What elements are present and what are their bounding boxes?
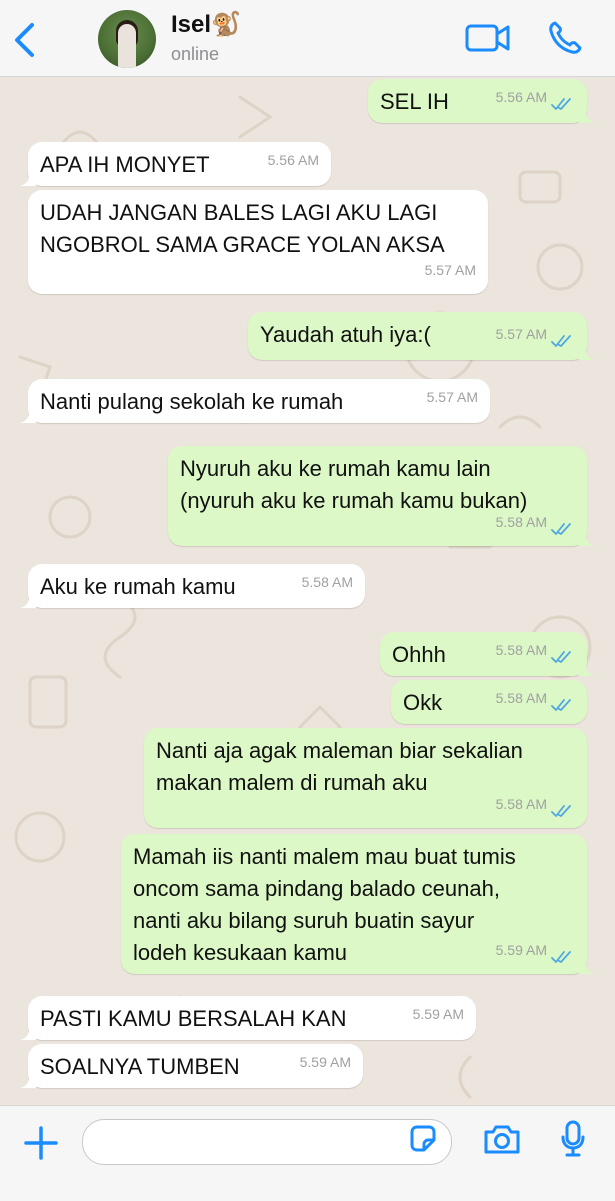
camera-icon [484, 1125, 520, 1154]
incoming-message[interactable]: PASTI KAMU BERSALAH KAN 5.59 AM [20, 996, 476, 1040]
message-input[interactable] [99, 1128, 403, 1158]
message-text: Okk [403, 687, 442, 719]
voice-call-button[interactable] [547, 20, 583, 61]
message-text-line: Nyuruh aku ke rumah kamu lain [180, 456, 491, 481]
read-receipt-icon [551, 335, 571, 347]
camera-button[interactable] [483, 1123, 521, 1160]
message-text-line: PASTI KAMU BERSALAH KAN [40, 1006, 347, 1031]
message-text: Nanti aja agak maleman biar sekalian maka… [156, 735, 523, 799]
bubble-tail [579, 660, 595, 676]
message-time: 5.58 AM [495, 514, 547, 530]
plus-icon [24, 1126, 58, 1160]
bubble-tail [579, 530, 595, 546]
outgoing-message[interactable]: Mamah iis nanti malem mau buat tumis onco… [121, 834, 595, 974]
incoming-message[interactable]: Aku ke rumah kamu 5.58 AM [20, 564, 365, 608]
bubble-tail [579, 107, 595, 123]
message-time: 5.57 AM [424, 262, 476, 278]
message-text: APA IH MONYET [40, 149, 210, 181]
message-text: Aku ke rumah kamu [40, 571, 236, 603]
message-text: UDAH JANGAN BALES LAGI AKU LAGI NGOBROL S… [40, 197, 445, 261]
video-camera-icon [465, 24, 510, 52]
composer-bar [0, 1105, 615, 1201]
chevron-left-icon [15, 23, 34, 57]
message-text: SEL IH [380, 86, 449, 118]
bubble-tail [20, 170, 36, 186]
incoming-message[interactable]: Nanti pulang sekolah ke rumah 5.57 AM [20, 379, 490, 423]
contact-name-text: Isel [171, 11, 212, 38]
message-text-line: Nanti pulang sekolah ke rumah [40, 389, 344, 414]
message-time: 5.58 AM [495, 690, 547, 706]
message-time: 5.57 AM [495, 326, 547, 342]
bubble-tail [20, 407, 36, 423]
message-time: 5.59 AM [299, 1054, 351, 1070]
bubble-tail [20, 1072, 36, 1088]
video-call-button[interactable] [465, 22, 511, 59]
contact-emoji: 🐒 [211, 11, 241, 38]
message-text-line: Mamah iis nanti malem mau buat tumis [133, 844, 516, 869]
message-text-line: Nanti aja agak maleman biar sekalian [156, 738, 523, 763]
phone-icon [549, 21, 582, 54]
outgoing-message[interactable]: Okk 5.58 AM [391, 680, 587, 724]
bubble-tail [20, 1024, 36, 1040]
bubble-tail [579, 344, 595, 360]
sticker-button[interactable] [408, 1124, 438, 1159]
message-text: Nyuruh aku ke rumah kamu lain (nyuruh aku… [180, 453, 527, 517]
message-text: Ohhh [392, 639, 446, 671]
outgoing-message[interactable]: Ohhh 5.58 AM [380, 632, 595, 676]
message-time: 5.58 AM [301, 574, 353, 590]
message-time: 5.56 AM [267, 152, 319, 168]
sticker-icon [410, 1125, 436, 1152]
message-text: Yaudah atuh iya:( [260, 319, 431, 351]
message-text-line: Okk [403, 690, 443, 715]
message-text-line: makan malem di rumah aku [156, 770, 428, 795]
attach-button[interactable] [24, 1126, 58, 1165]
read-receipt-icon [551, 98, 571, 110]
message-text-line: Yaudah atuh iya:( [260, 322, 431, 347]
outgoing-message[interactable]: Nyuruh aku ke rumah kamu lain (nyuruh aku… [168, 446, 595, 546]
message-text-line: nanti aku bilang suruh buatin sayur [133, 908, 475, 933]
microphone-button[interactable] [560, 1120, 586, 1163]
message-time: 5.59 AM [412, 1006, 464, 1022]
message-text-line: SEL IH [380, 89, 449, 114]
message-text-line: (nyuruh aku ke rumah kamu bukan) [180, 488, 528, 513]
message-text-line: UDAH JANGAN BALES LAGI AKU LAGI [40, 200, 438, 225]
outgoing-message[interactable]: Nanti aja agak maleman biar sekalian maka… [144, 728, 587, 828]
message-text-line: Aku ke rumah kamu [40, 574, 236, 599]
message-text-line: Ohhh [392, 642, 446, 667]
avatar[interactable] [98, 10, 156, 68]
read-receipt-icon [551, 951, 571, 963]
message-text-line: oncom sama pindang balado ceunah, [133, 876, 500, 901]
message-time: 5.57 AM [426, 389, 478, 405]
outgoing-message[interactable]: SEL IH 5.56 AM [368, 79, 595, 123]
contact-status: online [171, 44, 220, 64]
read-receipt-icon [551, 651, 571, 663]
message-text: Mamah iis nanti malem mau buat tumis onco… [133, 841, 516, 969]
message-text-line: lodeh kesukaan kamu [133, 940, 348, 965]
message-time: 5.56 AM [495, 89, 547, 105]
message-text-line: SOALNYA TUMBEN [40, 1054, 240, 1079]
message-text-line: NGOBROL SAMA GRACE YOLAN AKSA [40, 232, 445, 257]
message-text-line: APA IH MONYET [40, 152, 210, 177]
outgoing-message[interactable]: Yaudah atuh iya:( 5.57 AM [248, 312, 595, 360]
message-text: PASTI KAMU BERSALAH KAN [40, 1003, 346, 1035]
chat-header: Isel🐒 online [0, 0, 615, 77]
read-receipt-icon [551, 699, 571, 711]
bubble-tail [579, 958, 595, 974]
message-text: Nanti pulang sekolah ke rumah [40, 386, 343, 418]
message-time: 5.58 AM [495, 642, 547, 658]
read-receipt-icon [551, 523, 571, 535]
contact-name[interactable]: Isel🐒 [171, 10, 241, 39]
incoming-message[interactable]: UDAH JANGAN BALES LAGI AKU LAGI NGOBROL S… [28, 190, 488, 294]
message-time: 5.58 AM [495, 796, 547, 812]
message-text: SOALNYA TUMBEN [40, 1051, 240, 1083]
message-input-box[interactable] [82, 1119, 452, 1165]
incoming-message[interactable]: SOALNYA TUMBEN 5.59 AM [20, 1044, 363, 1088]
back-button[interactable] [12, 22, 38, 63]
bubble-tail [20, 592, 36, 608]
microphone-icon [561, 1120, 585, 1157]
incoming-message[interactable]: APA IH MONYET 5.56 AM [20, 142, 331, 186]
message-time: 5.59 AM [495, 942, 547, 958]
read-receipt-icon [551, 805, 571, 817]
